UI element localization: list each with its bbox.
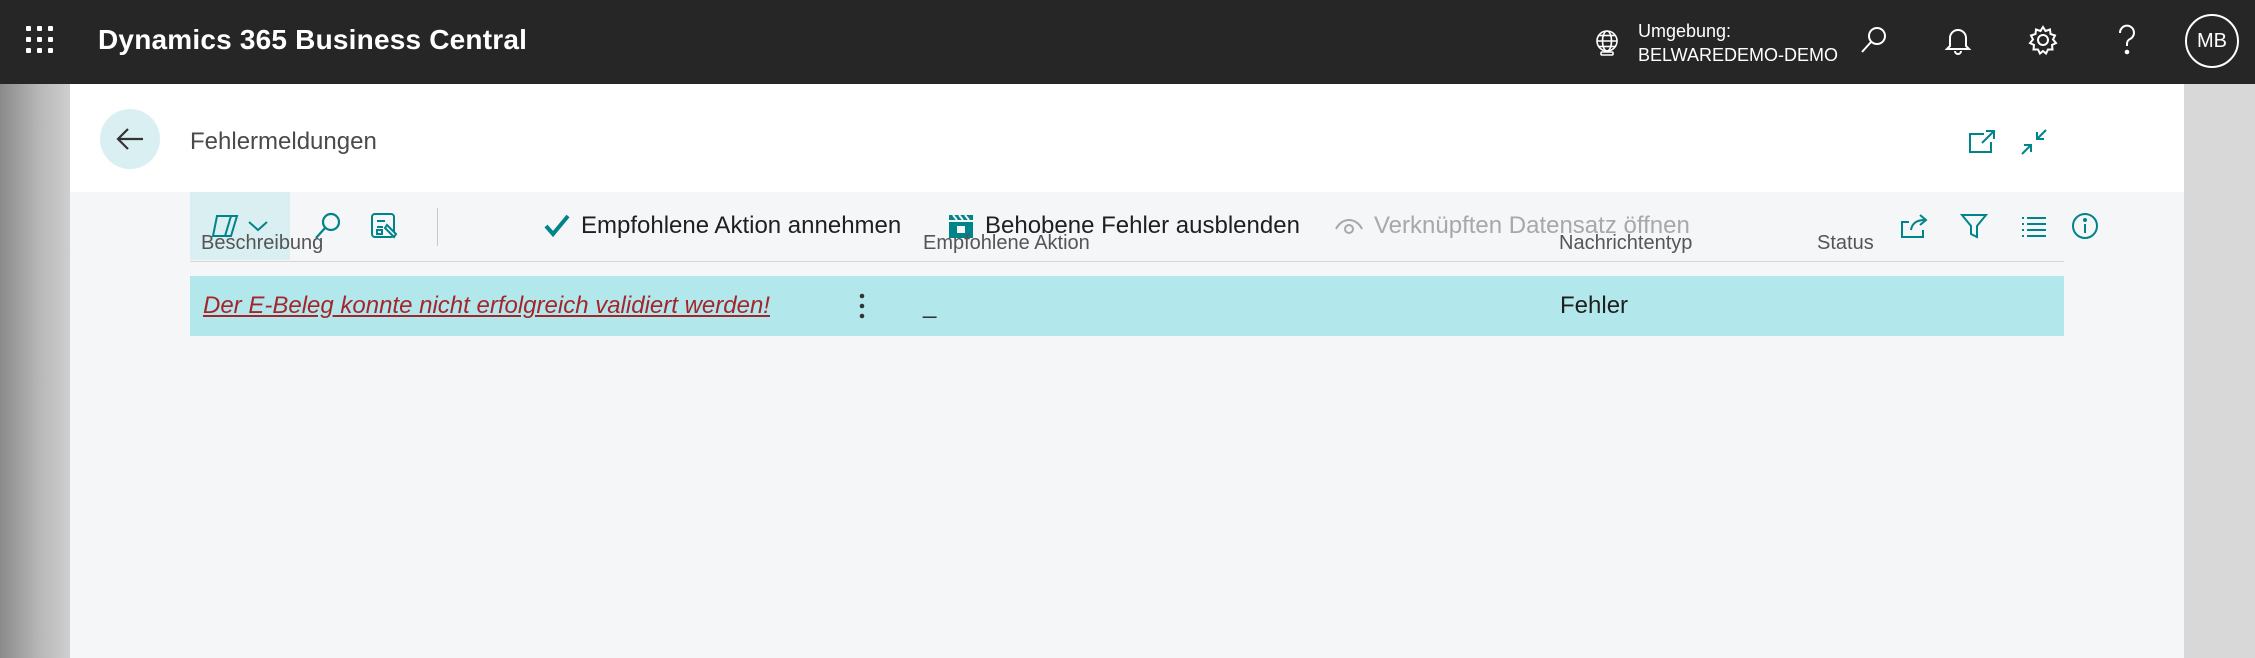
search-icon[interactable] [1852,18,1896,62]
filter-icon[interactable] [1946,192,2002,260]
description-cell[interactable]: Der E-Beleg konnte nicht erfolgreich val… [203,276,770,336]
toolbar-divider [437,208,438,246]
column-header-status[interactable]: Status [1817,232,1874,255]
page-panel: Fehlermeldungen Empfohlene Aktion annehm… [70,84,2184,658]
action-bar: Empfohlene Aktion annehmen Behobene Fehl… [190,192,2064,262]
back-button[interactable] [100,109,160,169]
chevron-down-icon [248,221,268,232]
globe-icon [1596,30,1618,56]
column-header-recommended-action[interactable]: Empfohlene Aktion [923,232,1090,255]
collapse-icon[interactable] [2014,122,2054,162]
arrow-left-icon [116,128,143,150]
recommended-action-cell[interactable]: _ [923,276,936,336]
environment-selector[interactable]: Umgebung: BELWAREDEMO-DEMO [1592,18,1838,68]
accept-recommended-action-button[interactable]: Empfohlene Aktion annehmen [543,192,901,260]
info-icon[interactable] [2065,192,2105,260]
page-title: Fehlermeldungen [190,128,377,155]
user-avatar[interactable]: MB [2185,14,2239,68]
table-row[interactable]: Der E-Beleg konnte nicht erfolgreich val… [190,276,2064,336]
message-type-cell: Fehler [1560,292,1629,319]
environment-label: Umgebung: [1638,21,1732,41]
top-bar: Dynamics 365 Business Central Umgebung: … [0,0,2255,84]
more-vertical-icon [859,293,865,319]
open-new-window-icon[interactable] [1962,122,2002,162]
gear-icon[interactable] [2021,18,2065,62]
app-title[interactable]: Dynamics 365 Business Central [98,24,527,56]
row-actions-menu[interactable] [858,276,866,336]
share-icon[interactable] [1886,192,1942,260]
edit-list-icon[interactable] [356,192,412,260]
column-header-message-type[interactable]: Nachrichtentyp [1559,232,1692,255]
column-header-description[interactable]: Beschreibung [201,232,323,255]
environment-value: BELWAREDEMO-DEMO [1638,45,1839,65]
page-header: Fehlermeldungen [70,84,2184,192]
app-launcher-icon[interactable] [26,26,56,56]
info-icon-wrapper [2008,192,2064,260]
checkmark-icon [544,214,570,238]
eye-icon [1335,219,1363,234]
bell-icon[interactable] [1936,18,1980,62]
accept-recommended-action-label: Empfohlene Aktion annehmen [581,212,902,239]
help-icon[interactable] [2105,18,2149,62]
